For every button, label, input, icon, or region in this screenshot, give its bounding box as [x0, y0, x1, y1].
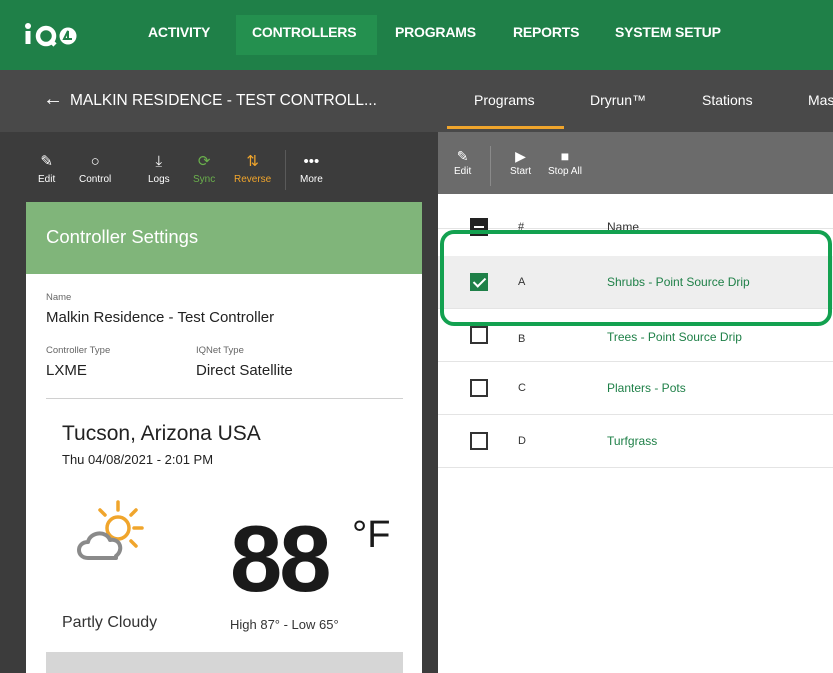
iq4-logo[interactable] [24, 20, 102, 48]
nav-reports[interactable]: REPORTS [513, 24, 579, 40]
weather-widget: Tucson, Arizona USA Thu 04/08/2021 - 2:0… [26, 202, 422, 673]
pencil-icon: ✎ [456, 148, 469, 164]
circle-icon: ○ [90, 153, 100, 170]
logo-icon [25, 23, 77, 47]
tab-dryrun[interactable]: Dryrun™ [590, 92, 646, 108]
more-icon: ••• [303, 153, 320, 170]
start-label: Start [510, 166, 532, 177]
controller-subheader: ← MALKIN RESIDENCE - TEST CONTROLL... Pr… [0, 70, 833, 132]
nav-programs[interactable]: PROGRAMS [395, 24, 476, 40]
toolbar-divider [285, 150, 286, 190]
tab-programs-label: Programs [474, 92, 535, 108]
reverse-button[interactable]: ⇅ Reverse [234, 150, 271, 185]
play-icon: ▶ [515, 148, 526, 164]
stop-all-label: Stop All [548, 166, 582, 177]
reverse-label: Reverse [234, 174, 272, 185]
weather-condition: Partly Cloudy [62, 614, 158, 631]
active-tab-indicator [447, 126, 564, 129]
high-low-temperature: High 87° - Low 65° [230, 617, 339, 632]
row-checkbox[interactable] [470, 379, 488, 397]
nav-controllers-label: CONTROLLERS [252, 24, 357, 40]
program-edit-button[interactable]: ✎ Edit [454, 146, 471, 177]
program-name-link[interactable]: Trees - Point Source Drip [607, 330, 742, 344]
sync-icon: ⟳ [197, 153, 211, 170]
logs-label: Logs [148, 174, 170, 185]
start-button[interactable]: ▶ Start [510, 146, 531, 177]
temperature-unit: °F [352, 514, 391, 556]
stop-all-button[interactable]: ■ Stop All [548, 146, 582, 177]
table-row[interactable]: D Turfgrass [438, 415, 833, 468]
pencil-icon: ✎ [40, 153, 53, 170]
edit-label: Edit [38, 174, 56, 185]
stop-icon: ■ [560, 148, 570, 164]
temperature-value: 88 [230, 506, 332, 611]
arrow-left-icon[interactable]: ← [43, 88, 63, 111]
program-id: B [518, 333, 526, 345]
program-id: C [518, 382, 526, 394]
top-nav-bar: ACTIVITY CONTROLLERS PROGRAMS REPORTS SY… [0, 0, 833, 70]
selection-highlight [440, 230, 832, 326]
download-icon: ⤓ [155, 153, 163, 170]
program-id: D [518, 435, 526, 447]
nav-controllers[interactable]: CONTROLLERS [236, 15, 377, 55]
row-checkbox[interactable] [470, 432, 488, 450]
control-label: Control [79, 174, 112, 185]
nav-activity[interactable]: ACTIVITY [148, 24, 210, 40]
program-edit-label: Edit [454, 166, 472, 177]
sync-label: Sync [193, 174, 216, 185]
program-name-link[interactable]: Turfgrass [607, 434, 657, 448]
sync-button[interactable]: ⟳ Sync [193, 150, 215, 185]
forecast-strip [46, 652, 403, 673]
weather-datetime: Thu 04/08/2021 - 2:01 PM [62, 452, 214, 467]
control-button[interactable]: ○ Control [79, 150, 111, 185]
more-label: More [300, 174, 323, 185]
table-header: # Name [438, 194, 833, 236]
tab-master-valves[interactable]: Mas [808, 92, 833, 108]
program-name-link[interactable]: Planters - Pots [607, 381, 686, 395]
row-checkbox[interactable] [470, 326, 488, 344]
logs-button[interactable]: ⤓ Logs [148, 150, 170, 185]
controller-title: MALKIN RESIDENCE - TEST CONTROLL... [70, 92, 377, 109]
edit-button[interactable]: ✎ Edit [38, 150, 55, 185]
tab-programs[interactable]: Programs [447, 92, 564, 132]
weather-location: Tucson, Arizona USA [62, 422, 261, 445]
toolbar-divider [490, 146, 491, 186]
table-row[interactable]: C Planters - Pots [438, 362, 833, 415]
tab-stations[interactable]: Stations [702, 92, 753, 108]
partly-cloudy-icon [70, 498, 150, 568]
more-button[interactable]: ••• More [300, 150, 323, 185]
reverse-icon: ⇅ [246, 153, 259, 170]
programs-toolbar: ✎ Edit ▶ Start ■ Stop All [438, 132, 833, 194]
nav-system-setup[interactable]: SYSTEM SETUP [615, 24, 721, 40]
